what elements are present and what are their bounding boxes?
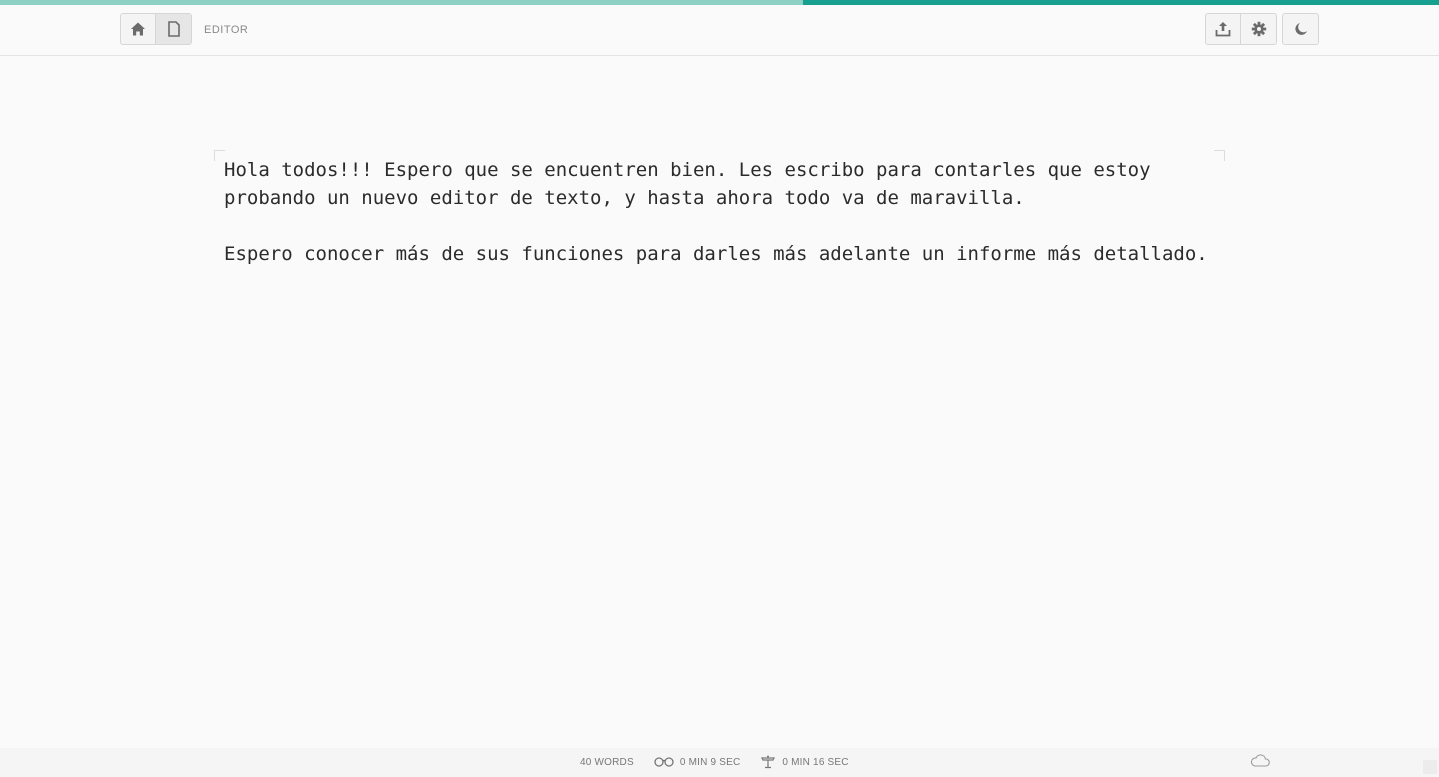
reading-time: 0 MIN 9 SEC bbox=[654, 757, 741, 768]
moon-icon bbox=[1294, 23, 1307, 35]
settings-button[interactable] bbox=[1241, 14, 1276, 44]
word-count-label: 40 WORDS bbox=[580, 756, 634, 768]
text-editor[interactable]: Hola todos!!! Espero que se encuentren b… bbox=[224, 156, 1214, 296]
resize-handle[interactable] bbox=[1423, 760, 1437, 774]
editor-paragraph[interactable]: Hola todos!!! Espero que se encuentren b… bbox=[224, 156, 1214, 212]
reading-time-label: 0 MIN 9 SEC bbox=[679, 756, 741, 768]
speaking-time: 0 MIN 16 SEC bbox=[760, 755, 849, 769]
cloud-icon[interactable] bbox=[1250, 754, 1270, 767]
home-icon bbox=[131, 22, 145, 36]
action-button-group bbox=[1205, 13, 1277, 45]
document-icon bbox=[167, 21, 180, 37]
editor-paragraph[interactable]: Espero conocer más de sus funciones para… bbox=[224, 240, 1214, 268]
top-toolbar: EDITOR bbox=[0, 5, 1439, 56]
word-count: 40 WORDS bbox=[580, 757, 634, 768]
document-stats: 40 WORDS 0 MIN 9 SEC 0 MIN 16 SEC bbox=[580, 755, 869, 769]
nav-button-group bbox=[120, 13, 192, 45]
upload-icon bbox=[1215, 22, 1231, 37]
export-button[interactable] bbox=[1206, 14, 1241, 44]
podium-icon bbox=[761, 755, 776, 769]
status-bar: 40 WORDS 0 MIN 9 SEC 0 MIN 16 SEC bbox=[0, 748, 1439, 777]
breadcrumb: EDITOR bbox=[204, 24, 249, 36]
theme-button-group bbox=[1282, 13, 1319, 45]
glasses-icon bbox=[654, 757, 674, 767]
gear-icon bbox=[1251, 21, 1266, 37]
home-button[interactable] bbox=[121, 14, 156, 44]
editor-corner-right bbox=[1214, 150, 1225, 161]
document-button[interactable] bbox=[156, 14, 191, 44]
theme-toggle-button[interactable] bbox=[1283, 14, 1318, 44]
speaking-time-label: 0 MIN 16 SEC bbox=[782, 756, 849, 768]
